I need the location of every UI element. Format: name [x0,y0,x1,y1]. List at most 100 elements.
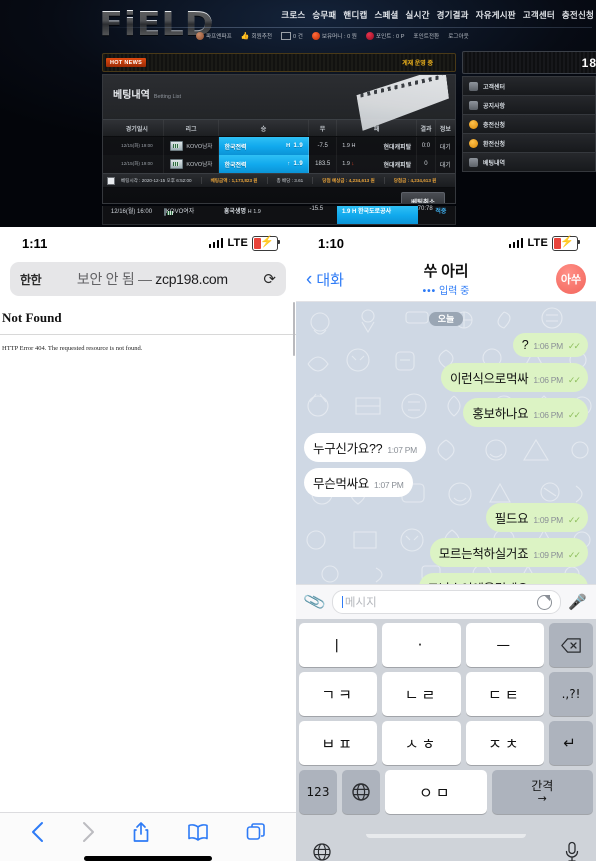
cancel-bet-button[interactable]: 베팅취소 [401,192,445,203]
recommend-link[interactable]: 👍 회원추천 [241,32,272,40]
row-pick-selected[interactable]: 한국전력 H 1.9 [219,137,310,155]
row-opposite[interactable]: 1.9 ↓ 현대캐피탈 [337,155,418,173]
page-settings-button[interactable]: 한한 [20,271,42,288]
keyboard-row-1: ㅣ · ㅡ [299,623,593,667]
nav-item-handicap[interactable]: 핸디캡 [343,9,367,21]
nav-item-wdl[interactable]: 승무패 [312,9,336,21]
key-vowel-i[interactable]: ㅣ [299,623,378,667]
back-button[interactable]: ‹ 대화 [306,269,344,290]
bookmarks-icon[interactable] [187,822,209,847]
backspace-icon [561,637,581,653]
mail-count-label: 0 건 [293,34,303,40]
reload-icon[interactable]: ⟳ [263,270,276,288]
bet-table-header: 경기일시 리그 승 무 패 결과 정보 [103,119,455,137]
nav-item-board[interactable]: 자유게시판 [476,9,516,21]
point-balance[interactable]: 포인트 : 0 P [365,32,404,40]
sidebar-item-deposit[interactable]: 충전신청 [462,114,596,133]
key-space-label: 간격 [531,778,554,793]
table-row[interactable]: 12/16(월) 16:00 KOVO여자 흥국생명 H 1.9 -15.5 1… [102,206,456,225]
key-vowel-eu[interactable]: ㅡ [465,623,544,667]
keyboard-handle[interactable] [366,834,526,838]
nav-item-deposit[interactable]: 충전신청 [562,9,594,21]
nav-item-live[interactable]: 실시간 [406,9,430,21]
tabs-icon[interactable] [246,822,266,847]
row-league: KOVO여자 [163,206,219,224]
row-pick-selected[interactable]: 한국전력 ↑ 1.9 [219,155,310,173]
message-bubble-outgoing[interactable]: ? 1:06 PM ✓✓ [512,333,588,357]
sidebar-item-notice[interactable]: 공지사항 [462,95,596,114]
key-consonant-g-k[interactable]: ㄱㅋ [299,672,378,716]
message-bubble-outgoing[interactable]: 홍보하나요 1:06 PM ✓✓ [463,398,588,427]
hot-news-banner: HOT NEWS 게재 운영 중 [102,53,456,72]
nav-item-support[interactable]: 고객센터 [523,9,555,21]
key-vowel-dot[interactable]: · [382,623,461,667]
signal-bars-icon [508,238,524,248]
typing-dots-icon: ••• [422,286,437,297]
microphone-icon[interactable]: 🎤 [568,593,587,611]
message-bubble-incoming[interactable]: 무슨먹싸요 1:07 PM [304,468,413,497]
key-return[interactable]: ↵ [548,721,593,765]
mail-link[interactable]: 0 건 [281,32,303,40]
nav-item-results[interactable]: 경기결과 [437,9,469,21]
message-text: 홍보하나요 [472,407,529,421]
row-opposite[interactable]: 1.9 H 현대캐피탈 [337,137,418,155]
chat-message-list[interactable]: 오늘 ? 1:06 PM ✓✓ 이런식으로먹싸 1:06 PM ✓✓ 홍보하나요… [296,302,596,584]
url-bar[interactable]: 한한 보안 안 됨 — zcp198.com ⟳ [10,262,286,296]
row-pick-selected[interactable]: 1.9 H 한국도로공사 [336,206,418,224]
key-consonant-d-t[interactable]: ㄷㅌ [465,672,544,716]
row-pick-odds: ↑ 1.9 [287,161,303,167]
row-home-team[interactable]: 흥국생명 H 1.9 [219,206,310,224]
message-bubble-outgoing[interactable]: 모르는척하실거죠 1:09 PM ✓✓ [429,538,588,567]
user-nickname[interactable]: 파프엔파프 [196,32,232,40]
row-home-mark: H [247,209,252,215]
nav-item-special[interactable]: 스페셜 [374,9,398,21]
table-row[interactable]: 12/15(화) 19:00 KOVO남자 한국전력 ↑ 1.9 183.5 1.… [103,155,455,173]
row-result: 0:0 [417,137,436,155]
globe-icon[interactable] [312,842,332,861]
sidebar-item-bet-history[interactable]: 베팅내역 [462,152,596,172]
message-bubble-incoming[interactable]: 누구신가요?? 1:07 PM [304,433,426,462]
money-icon [311,32,320,40]
chat-icon [469,81,478,91]
sidebar-item-withdraw[interactable]: 환전신청 [462,133,596,152]
logout-link[interactable]: 로그아웃 [448,32,469,40]
key-consonant-ng-m[interactable]: ㅇㅁ [385,770,487,814]
key-consonant-b-p[interactable]: ㅂㅍ [299,721,378,765]
status-bar-left: 1:11 LTE ⚡ [0,229,296,257]
money-balance[interactable]: 보유머니 : 0 원 [311,32,357,40]
bet-select-checkbox[interactable] [107,176,115,185]
paperclip-icon[interactable]: 📎 [302,589,328,615]
header-result: 결과 [417,120,436,136]
row-date: 12/15(화) 19:00 [111,137,165,155]
back-icon[interactable] [30,821,44,848]
url-text[interactable]: 보안 안 됨 — zcp198.com [41,269,263,289]
message-bubble-outgoing[interactable]: 이런식으로먹싸 1:06 PM ✓✓ [440,363,588,392]
message-bubble-outgoing[interactable]: 필드요 1:09 PM ✓✓ [485,503,588,532]
right-counter-value: 18 [581,55,596,70]
key-space[interactable]: 간격 → [491,770,593,814]
key-consonant-j-ch[interactable]: ㅈㅊ [465,721,544,765]
row-draw-line[interactable]: -15.5 [309,206,337,224]
row-draw-line[interactable]: 183.5 [309,155,338,173]
key-punctuation[interactable]: .,?! [548,672,593,716]
sticker-icon[interactable] [537,594,553,610]
avatar-initials: 아쑤 [560,274,582,286]
table-row[interactable]: 12/15(화) 19:00 KOVO남자 한국전력 H 1.9 -7.5 1.9… [103,137,455,155]
key-numbers[interactable]: 123 [299,770,337,814]
nav-item-cross[interactable]: 크로스 [281,9,305,21]
sidebar-item-support[interactable]: 고객센터 [462,76,596,95]
message-input[interactable]: 메시지 [331,590,562,614]
key-consonant-s-h[interactable]: ㅅㅎ [382,721,461,765]
page-scrollbar[interactable] [293,302,295,356]
message-bubble-outgoing[interactable]: 그냥슈어에올릴게요 1:09 PM ✓✓ [418,573,588,584]
key-consonant-n-r[interactable]: ㄴㄹ [382,672,461,716]
share-icon[interactable] [132,821,150,848]
row-draw-line[interactable]: -7.5 [309,137,338,155]
key-backspace[interactable] [549,623,593,667]
avatar[interactable]: 아쑤 [556,264,586,294]
top-navigation[interactable]: 크로스 승무패 핸디캡 스페셜 실시간 경기결과 자유게시판 고객센터 충전신청 [281,9,594,21]
point-convert-link[interactable]: 포인트전환 [413,32,439,40]
microphone-icon[interactable] [564,841,580,861]
message-text: 누구신가요?? [313,442,383,456]
globe-icon[interactable] [342,770,380,814]
